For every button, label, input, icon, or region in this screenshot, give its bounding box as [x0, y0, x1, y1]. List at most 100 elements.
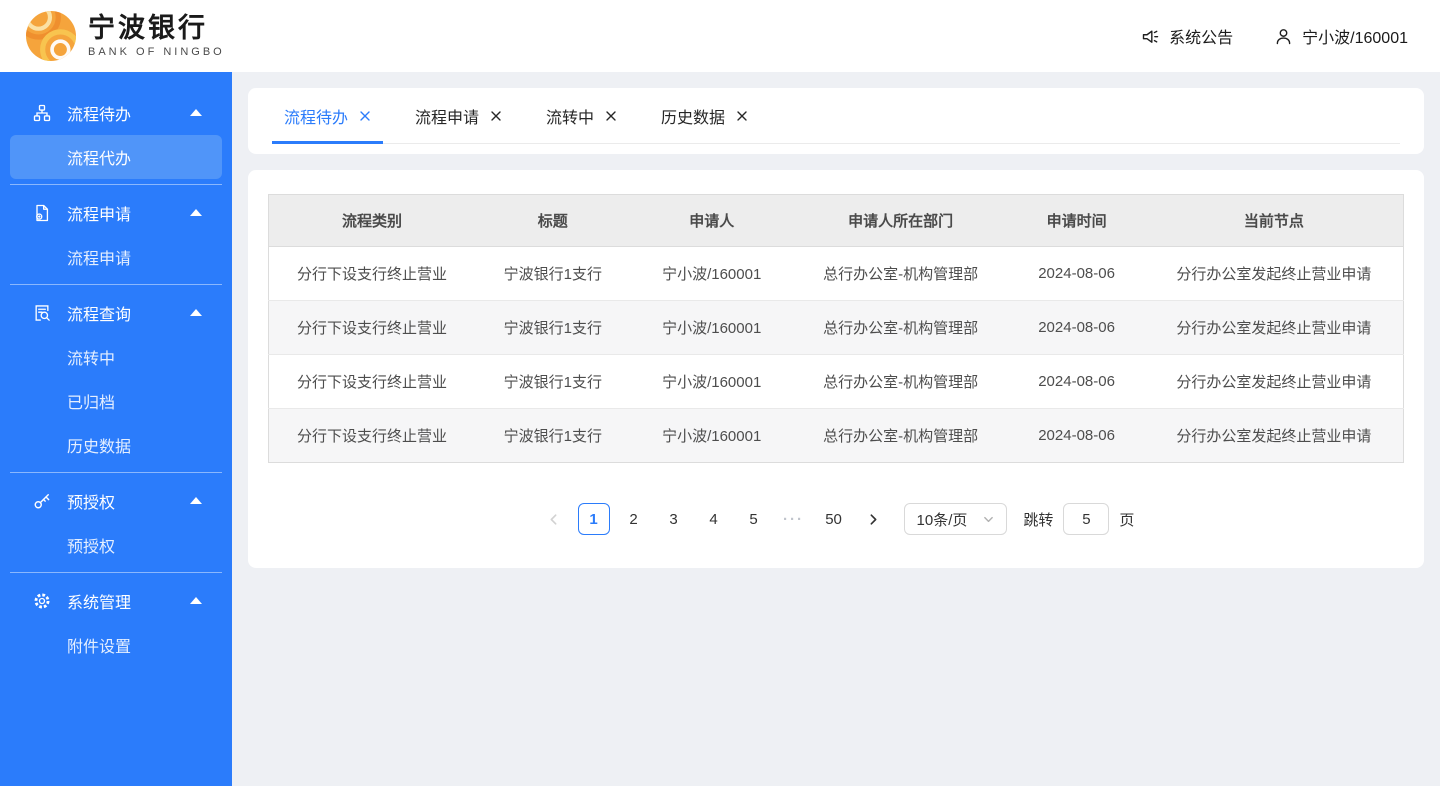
- jump-page-input[interactable]: [1063, 503, 1110, 535]
- chevron-down-icon: [984, 516, 994, 522]
- sidebar-item-preauth[interactable]: 预授权: [0, 523, 232, 567]
- sidebar-item-label: 流程代办: [67, 151, 132, 168]
- caret-up-icon: [190, 497, 202, 504]
- cell-current-node: 分行办公室发起终止营业申请: [1144, 354, 1404, 409]
- system-announcement-button[interactable]: 系统公告: [1140, 24, 1233, 48]
- announcement-speaker-icon: [1142, 30, 1159, 43]
- gear-icon: [34, 592, 50, 609]
- cell-applicant: 宁小波/160001: [630, 300, 793, 355]
- page-button-2[interactable]: 2: [618, 503, 650, 535]
- page-button-1[interactable]: 1: [577, 503, 610, 535]
- tab-close-icon[interactable]: [490, 110, 502, 122]
- document-search-icon: [35, 304, 50, 321]
- sidebar-group-query[interactable]: 流程查询: [0, 290, 232, 335]
- cell-applicant: 宁小波/160001: [630, 246, 793, 301]
- sidebar-item-label: 附件设置: [67, 639, 132, 656]
- tab-pending[interactable]: 流程待办: [272, 88, 384, 144]
- sidebar-item-label: 预授权: [67, 539, 116, 556]
- sidebar-group-system[interactable]: 系统管理: [0, 578, 232, 623]
- tab-close-icon[interactable]: [736, 110, 748, 122]
- tab-bar-card: 流程待办 流程申请 流转中 历史数据: [248, 88, 1424, 154]
- cell-process-type: 分行下设支行终止营业: [268, 354, 476, 409]
- cell-current-node: 分行办公室发起终止营业申请: [1144, 300, 1404, 355]
- bank-name-en: BANK OF NINGBO: [88, 45, 225, 58]
- sidebar-group-preauth[interactable]: 预授权: [0, 478, 232, 523]
- page-button-5[interactable]: 5: [738, 503, 770, 535]
- key-icon: [34, 493, 50, 508]
- tab-close-icon[interactable]: [605, 110, 617, 122]
- next-page-button[interactable]: [858, 503, 890, 535]
- sidebar-item-history-data[interactable]: 历史数据: [0, 423, 232, 467]
- tab-apply[interactable]: 流程申请: [403, 88, 514, 143]
- user-icon: [1276, 28, 1291, 44]
- caret-up-icon: [190, 109, 202, 116]
- sidebar-item-label: 流程申请: [67, 251, 132, 268]
- cell-apply-time: 2024-08-06: [1008, 246, 1145, 301]
- sidebar-group-label: 流程查询: [67, 306, 132, 324]
- tab-label: 流程待办: [284, 109, 349, 127]
- cell-process-type: 分行下设支行终止营业: [268, 408, 476, 463]
- caret-up-icon: [190, 209, 202, 216]
- user-menu[interactable]: 宁小波/160001: [1273, 24, 1408, 48]
- col-header-department: 申请人所在部门: [792, 194, 1009, 247]
- bank-name-cn: 宁波银行: [88, 13, 208, 44]
- jump-label: 跳转: [1023, 511, 1054, 529]
- sidebar-group-label: 预授权: [67, 494, 116, 512]
- process-table: 流程类别 标题 申请人 申请人所在部门 申请时间 当前节点 分行下设支行终止营业…: [268, 194, 1404, 463]
- table-row[interactable]: 分行下设支行终止营业 宁波银行1支行 宁小波/160001 总行办公室-机构管理…: [268, 300, 1404, 355]
- cell-department: 总行办公室-机构管理部: [792, 408, 1009, 463]
- caret-up-icon: [190, 597, 202, 604]
- bank-logo-icon: [26, 11, 76, 61]
- cell-process-type: 分行下设支行终止营业: [268, 246, 476, 301]
- tab-in-transit[interactable]: 流转中: [534, 88, 629, 143]
- sidebar-item-label: 流转中: [67, 351, 116, 368]
- cell-current-node: 分行办公室发起终止营业申请: [1144, 408, 1404, 463]
- table-row[interactable]: 分行下设支行终止营业 宁波银行1支行 宁小波/160001 总行办公室-机构管理…: [268, 354, 1404, 409]
- cell-title: 宁波银行1支行: [475, 300, 631, 355]
- col-header-current-node: 当前节点: [1144, 194, 1404, 247]
- table-row[interactable]: 分行下设支行终止营业 宁波银行1支行 宁小波/160001 总行办公室-机构管理…: [268, 408, 1404, 463]
- sidebar-item-pending-tasks[interactable]: 流程代办: [10, 135, 222, 179]
- cell-applicant: 宁小波/160001: [630, 408, 793, 463]
- prev-page-button[interactable]: [538, 503, 570, 535]
- cell-department: 总行办公室-机构管理部: [792, 354, 1009, 409]
- document-add-icon: [36, 204, 49, 221]
- jump-suffix-label: 页: [1119, 511, 1135, 529]
- page-size-select[interactable]: 10条/页: [903, 503, 1008, 535]
- cell-title: 宁波银行1支行: [475, 354, 631, 409]
- sidebar-item-in-transit[interactable]: 流转中: [0, 335, 232, 379]
- tab-bar: 流程待办 流程申请 流转中 历史数据: [272, 88, 1400, 144]
- page-button-50[interactable]: 50: [818, 503, 850, 535]
- pagination: 1 2 3 4 5 ··· 50 10条/页 跳转 页: [268, 503, 1404, 535]
- sidebar-group-pending[interactable]: 流程待办: [0, 90, 232, 135]
- page-button-4[interactable]: 4: [698, 503, 730, 535]
- pagination-ellipsis[interactable]: ···: [778, 503, 810, 535]
- page-size-value: 10条/页: [916, 511, 968, 529]
- sidebar-group-apply[interactable]: 流程申请: [0, 190, 232, 235]
- cell-department: 总行办公室-机构管理部: [792, 246, 1009, 301]
- sidebar-item-archived[interactable]: 已归档: [0, 379, 232, 423]
- tab-label: 历史数据: [661, 109, 726, 127]
- sidebar-divider: [10, 572, 222, 573]
- cell-process-type: 分行下设支行终止营业: [268, 300, 476, 355]
- col-header-apply-time: 申请时间: [1008, 194, 1145, 247]
- sidebar-group-label: 流程待办: [67, 106, 132, 124]
- page-button-3[interactable]: 3: [658, 503, 690, 535]
- cell-applicant: 宁小波/160001: [630, 354, 793, 409]
- sidebar-item-attachment-settings[interactable]: 附件设置: [0, 623, 232, 667]
- tab-close-icon[interactable]: [359, 110, 371, 122]
- user-name-label: 宁小波/160001: [1302, 30, 1408, 47]
- bank-logo: 宁波银行 BANK OF NINGBO: [26, 11, 225, 61]
- col-header-process-type: 流程类别: [268, 194, 476, 247]
- cell-title: 宁波银行1支行: [475, 408, 631, 463]
- table-row[interactable]: 分行下设支行终止营业 宁波银行1支行 宁小波/160001 总行办公室-机构管理…: [268, 246, 1404, 301]
- sitemap-icon: [33, 104, 51, 121]
- tab-history-data[interactable]: 历史数据: [649, 88, 760, 143]
- main-content: 流程待办 流程申请 流转中 历史数据 流程类别 标题 申请人 申请人所在部门 申…: [232, 72, 1440, 786]
- sidebar: 流程待办 流程代办 流程申请 流程申请 流程查询 流转中 已归档 历史数据 预授…: [0, 72, 232, 786]
- sidebar-item-process-apply[interactable]: 流程申请: [0, 235, 232, 279]
- sidebar-divider: [10, 284, 222, 285]
- table-header-row: 流程类别 标题 申请人 申请人所在部门 申请时间 当前节点: [268, 194, 1404, 247]
- cell-apply-time: 2024-08-06: [1008, 300, 1145, 355]
- cell-current-node: 分行办公室发起终止营业申请: [1144, 246, 1404, 301]
